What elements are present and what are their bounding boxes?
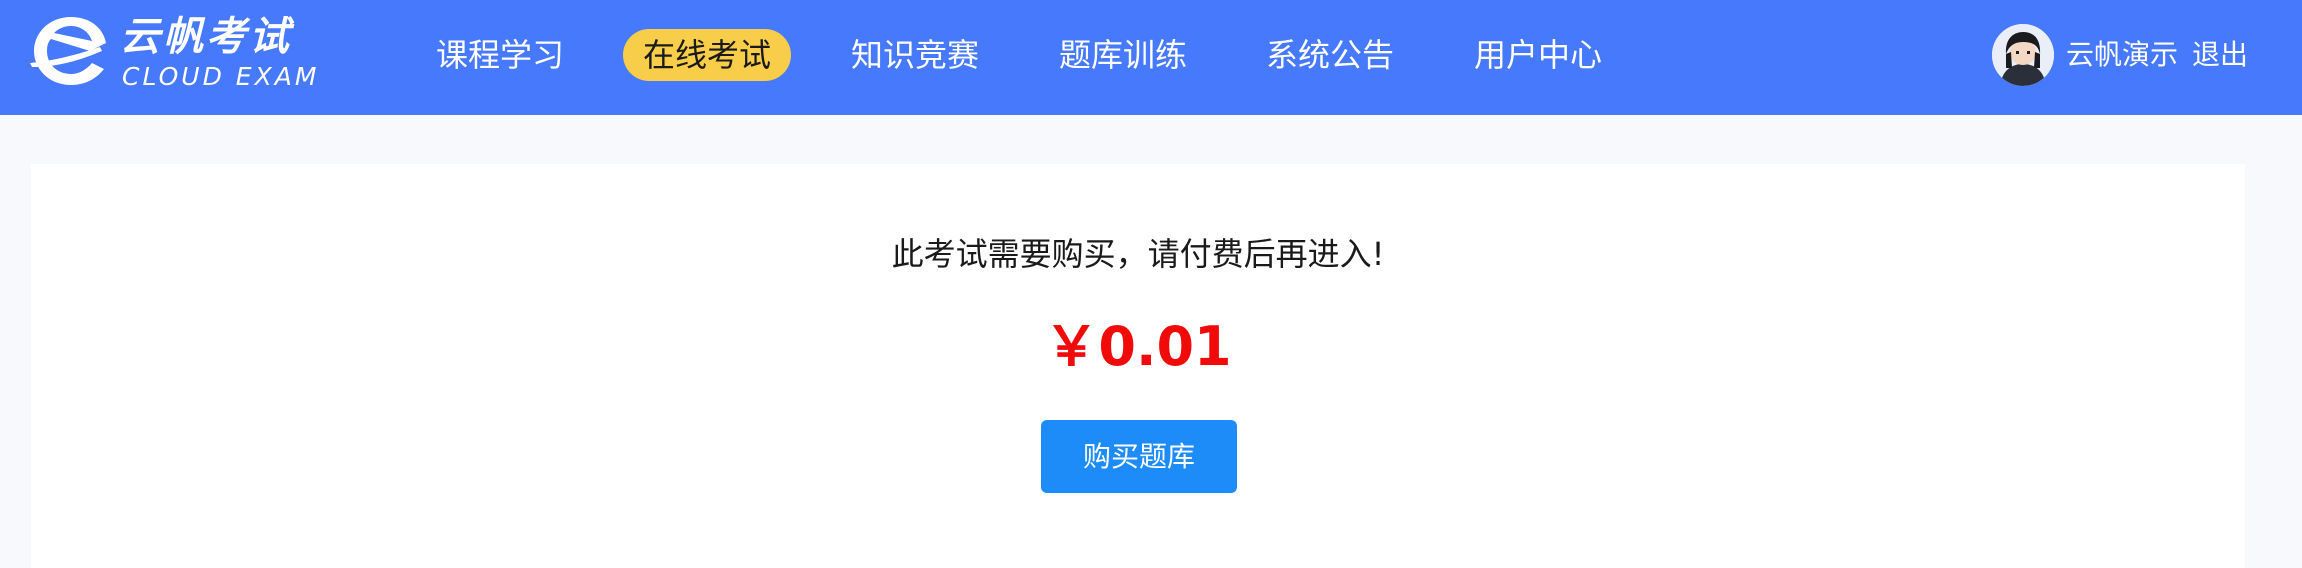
nav-item-user-center[interactable]: 用户中心 (1463, 29, 1613, 81)
logout-link[interactable]: 退出 (2192, 34, 2248, 76)
logo-title-en: CLOUD EXAM (122, 62, 320, 91)
nav-item-online-exam[interactable]: 在线考试 (623, 29, 791, 81)
purchase-notice: 此考试需要购买，请付费后再进入! (891, 235, 1385, 273)
top-header: 云帆考试 CLOUD EXAM 课程学习 在线考试 知识竞赛 题库训练 系统公告… (0, 0, 2302, 115)
purchase-card: 此考试需要购买，请付费后再进入! ￥0.01 购买题库 (31, 164, 2245, 568)
price-label: ￥0.01 (1044, 315, 1232, 378)
nav-item-course-study[interactable]: 课程学习 (425, 29, 575, 81)
nav-item-question-bank-training[interactable]: 题库训练 (1048, 29, 1198, 81)
avatar-icon (1992, 24, 2054, 86)
logo[interactable]: 云帆考试 CLOUD EXAM (30, 11, 330, 91)
avatar[interactable] (1992, 24, 2054, 86)
nav-item-knowledge-contest[interactable]: 知识竞赛 (840, 29, 990, 81)
username[interactable]: 云帆演示 (2066, 34, 2178, 76)
logo-title-cn: 云帆考试 (120, 14, 292, 60)
logo-icon (30, 17, 106, 85)
user-menu: 云帆演示 退出 (1992, 24, 2252, 86)
nav-item-system-announcements[interactable]: 系统公告 (1255, 29, 1405, 81)
buy-question-bank-button[interactable]: 购买题库 (1041, 420, 1237, 493)
